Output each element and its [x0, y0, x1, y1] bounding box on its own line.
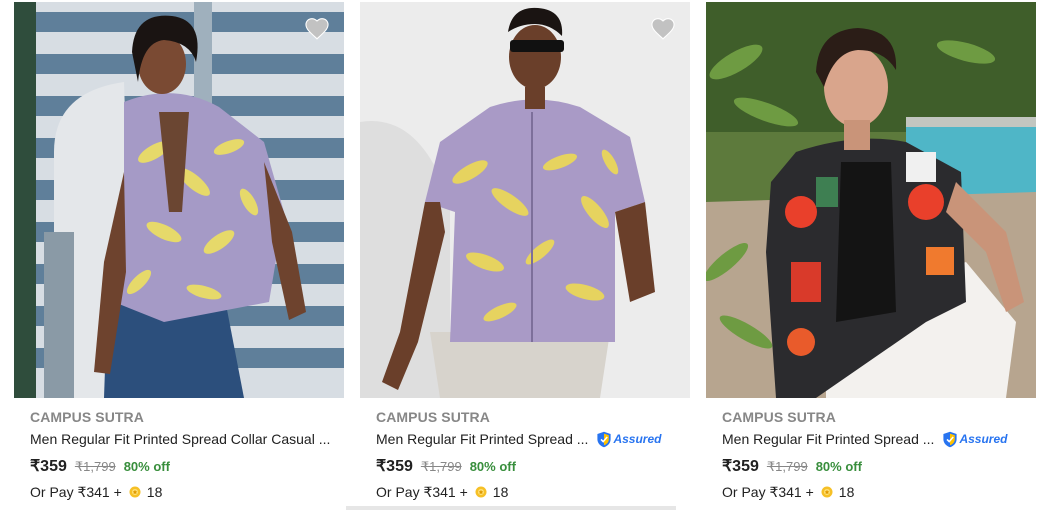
- supercoin-icon: [129, 486, 141, 498]
- product-card[interactable]: CAMPUS SUTRA Men Regular Fit Printed Spr…: [706, 0, 1036, 510]
- supercoin-icon: [475, 486, 487, 498]
- original-price: ₹1,799: [420, 459, 462, 474]
- selling-price: ₹359: [30, 458, 67, 475]
- discount-label: 80% off: [815, 459, 862, 474]
- product-image[interactable]: [360, 2, 690, 398]
- assured-badge: Assured: [596, 430, 661, 448]
- assured-badge: Assured: [942, 430, 1007, 448]
- supercoin-count: 18: [146, 484, 163, 500]
- original-price: ₹1,799: [74, 459, 116, 474]
- card-bottom-divider: [346, 506, 676, 510]
- product-title-link[interactable]: Men Regular Fit Printed Spread ...: [376, 429, 588, 449]
- product-image[interactable]: [14, 2, 344, 398]
- model-purple-floral-shirt-photo: [360, 2, 690, 398]
- product-image[interactable]: [706, 2, 1036, 398]
- assured-label: Assured: [959, 432, 1008, 446]
- original-price: ₹1,799: [766, 459, 808, 474]
- brand-name: CAMPUS SUTRA: [722, 409, 836, 425]
- model-purple-floral-shirt-photo: [14, 2, 344, 398]
- product-grid: CAMPUS SUTRA Men Regular Fit Printed Spr…: [14, 0, 1048, 510]
- assured-shield-icon: [943, 431, 958, 447]
- discount-label: 80% off: [469, 459, 516, 474]
- supercoin-count: 18: [838, 484, 855, 500]
- model-abstract-print-shirt-photo: [706, 2, 1036, 398]
- product-card[interactable]: CAMPUS SUTRA Men Regular Fit Printed Spr…: [360, 0, 690, 510]
- product-title-link[interactable]: Men Regular Fit Printed Spread ...: [722, 429, 934, 449]
- supercoin-count: 18: [492, 484, 509, 500]
- wishlist-heart-icon[interactable]: [650, 16, 676, 40]
- brand-name: CAMPUS SUTRA: [376, 409, 490, 425]
- assured-shield-icon: [597, 431, 612, 447]
- supercoin-pay-text: Or Pay ₹341 +: [376, 483, 468, 500]
- assured-label: Assured: [613, 432, 662, 446]
- brand-name: CAMPUS SUTRA: [30, 409, 144, 425]
- supercoin-pay-text: Or Pay ₹341 +: [722, 483, 814, 500]
- supercoin-pay-text: Or Pay ₹341 +: [30, 483, 122, 500]
- selling-price: ₹359: [722, 458, 759, 475]
- discount-label: 80% off: [123, 459, 170, 474]
- supercoin-icon: [821, 486, 833, 498]
- product-card[interactable]: CAMPUS SUTRA Men Regular Fit Printed Spr…: [14, 0, 344, 510]
- wishlist-heart-icon[interactable]: [304, 16, 330, 40]
- product-title-link[interactable]: Men Regular Fit Printed Spread Collar Ca…: [30, 429, 330, 449]
- selling-price: ₹359: [376, 458, 413, 475]
